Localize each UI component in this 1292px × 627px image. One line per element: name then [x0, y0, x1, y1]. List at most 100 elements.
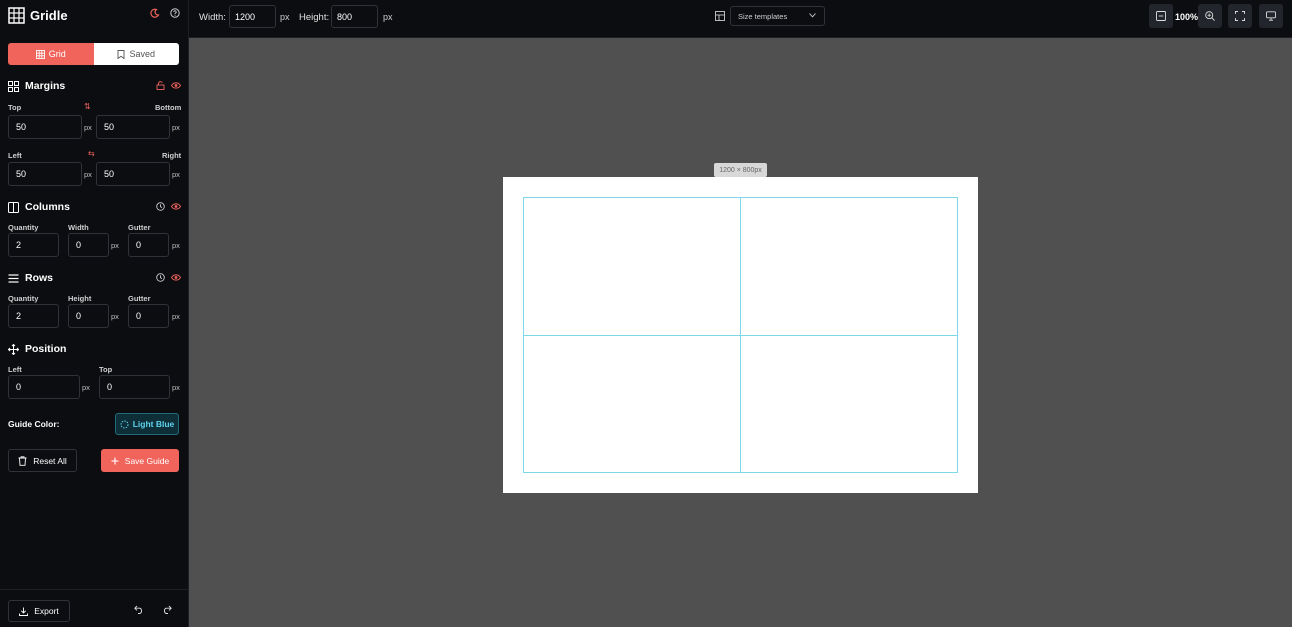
- rows-header: Rows: [8, 272, 53, 284]
- eye-icon[interactable]: [171, 81, 181, 90]
- columns-width-unit: px: [111, 241, 119, 250]
- position-left-label: Left: [8, 365, 22, 374]
- export-button[interactable]: Export: [8, 600, 70, 622]
- columns-width-input[interactable]: 0: [68, 233, 109, 257]
- zoom-in-button[interactable]: [1198, 4, 1222, 28]
- canvas-height-label: Height:: [299, 12, 330, 23]
- rows-gutter-input[interactable]: 0: [128, 304, 169, 328]
- zoom-out-button[interactable]: [1149, 4, 1173, 28]
- rows-height-input[interactable]: 0: [68, 304, 109, 328]
- tab-grid[interactable]: Grid: [8, 43, 94, 65]
- redo-icon[interactable]: [162, 605, 172, 614]
- swap-horizontal-icon[interactable]: ⇆: [88, 149, 95, 158]
- position-top-unit: px: [172, 383, 180, 392]
- fullscreen-icon: [1235, 11, 1245, 21]
- columns-title: Columns: [25, 201, 70, 213]
- position-left-input[interactable]: 0: [8, 375, 80, 399]
- sidebar-footer: Export: [0, 589, 189, 627]
- margin-top-unit: px: [84, 123, 92, 132]
- grid-icon: [35, 49, 45, 59]
- layout-icon: [8, 80, 19, 92]
- columns-width-label: Width: [68, 223, 89, 232]
- undo-icon[interactable]: [134, 605, 144, 614]
- row-guide-line: [524, 335, 957, 336]
- columns-icon: [8, 201, 19, 213]
- rows-eye-icon[interactable]: [171, 273, 181, 282]
- columns-gutter-input[interactable]: 0: [128, 233, 169, 257]
- zoom-out-icon: [1156, 11, 1166, 21]
- columns-header: Columns: [8, 201, 70, 213]
- rows-gutter-unit: px: [172, 312, 180, 321]
- margin-left-label: Left: [8, 151, 22, 160]
- artboard[interactable]: [503, 177, 978, 493]
- artboard-size-badge: 1200 × 800px: [714, 163, 767, 177]
- canvas-width-label: Width:: [199, 12, 226, 23]
- fit-screen-button[interactable]: [1228, 4, 1252, 28]
- columns-quantity-input[interactable]: 2: [8, 233, 59, 257]
- export-label: Export: [34, 606, 59, 616]
- size-templates-label: Size templates: [738, 11, 788, 21]
- margin-right-label: Right: [162, 151, 182, 160]
- guide-color-value: Light Blue: [132, 419, 175, 429]
- app-logo[interactable]: Gridle: [8, 6, 68, 24]
- position-title: Position: [25, 343, 67, 355]
- grid-guides: [523, 197, 958, 473]
- reset-all-label: Reset All: [33, 455, 67, 466]
- rows-icon: [8, 273, 19, 284]
- rows-quantity-label: Quantity: [8, 294, 39, 303]
- rows-quantity-input[interactable]: 2: [8, 304, 59, 328]
- margin-top-label: Top: [8, 103, 22, 112]
- template-icon: [715, 11, 725, 21]
- margins-header: Margins: [8, 80, 65, 92]
- loader-icon: [120, 420, 129, 429]
- margin-left-unit: px: [84, 170, 92, 179]
- position-top-label: Top: [99, 365, 113, 374]
- trash-icon: [18, 455, 27, 466]
- swap-vertical-icon[interactable]: ⇅: [84, 102, 91, 111]
- margins-title: Margins: [25, 80, 66, 92]
- size-templates-select[interactable]: Size templates: [730, 6, 825, 26]
- position-top-input[interactable]: 0: [99, 375, 170, 399]
- unlock-icon[interactable]: [156, 81, 165, 90]
- margin-top-input[interactable]: 50: [8, 115, 82, 139]
- top-toolbar: Width: 1200 px Height: 800 px Size templ…: [189, 0, 1292, 38]
- margin-left-input[interactable]: 50: [8, 162, 82, 186]
- chevron-down-icon: [809, 13, 816, 18]
- canvas-height-input[interactable]: 800: [331, 5, 378, 28]
- sidebar: Gridle Grid Saved Margins Top ⇅ Bottom 5…: [0, 0, 189, 627]
- canvas-height-unit: px: [383, 12, 393, 22]
- guide-color-button[interactable]: Light Blue: [115, 413, 179, 435]
- canvas-width-input[interactable]: 1200: [229, 5, 276, 28]
- tab-saved-label: Saved: [129, 49, 156, 59]
- margin-bottom-label: Bottom: [155, 103, 182, 112]
- columns-quantity-label: Quantity: [8, 223, 39, 232]
- rows-title: Rows: [25, 272, 54, 284]
- zoom-value: 100%: [1175, 12, 1199, 22]
- position-left-unit: px: [82, 383, 90, 392]
- position-header: Position: [8, 343, 66, 355]
- app-name: Gridle: [30, 7, 68, 23]
- columns-eye-icon[interactable]: [171, 202, 181, 211]
- guide-color-label: Guide Color:: [8, 419, 60, 429]
- grid-logo-icon: [8, 6, 25, 24]
- rows-reset-icon[interactable]: [156, 273, 165, 282]
- margin-right-unit: px: [172, 170, 180, 179]
- margin-bottom-input[interactable]: 50: [96, 115, 170, 139]
- save-guide-button[interactable]: Save Guide: [101, 449, 179, 472]
- save-guide-label: Save Guide: [124, 455, 170, 466]
- tab-saved[interactable]: Saved: [93, 43, 179, 65]
- margin-bottom-unit: px: [172, 123, 180, 132]
- margin-right-input[interactable]: 50: [96, 162, 170, 186]
- columns-gutter-unit: px: [172, 241, 180, 250]
- tab-grid-label: Grid: [48, 49, 66, 59]
- move-icon: [8, 343, 19, 355]
- help-icon[interactable]: [170, 8, 180, 18]
- columns-reset-icon[interactable]: [156, 202, 165, 211]
- mode-tabs: Grid Saved: [8, 43, 179, 65]
- reset-all-button[interactable]: Reset All: [8, 449, 77, 472]
- preview-button[interactable]: [1259, 4, 1283, 28]
- theme-toggle-icon[interactable]: [150, 8, 160, 18]
- zoom-in-icon: [1205, 11, 1215, 21]
- plus-icon: [111, 457, 119, 465]
- download-icon: [19, 607, 29, 616]
